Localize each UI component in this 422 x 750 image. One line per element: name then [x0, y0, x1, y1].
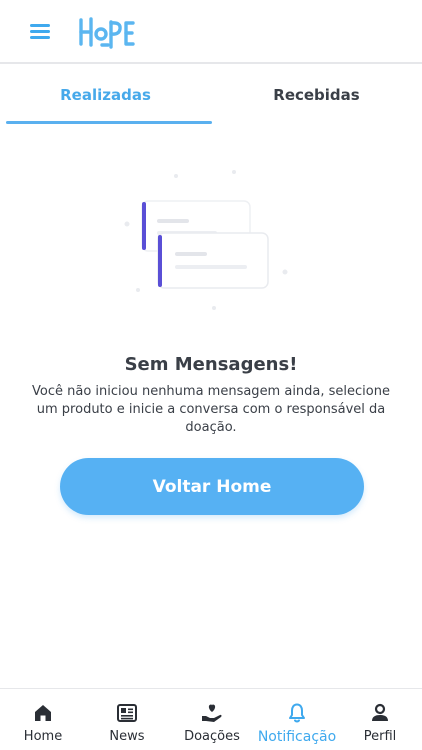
donation-hand-heart-icon: [202, 704, 222, 722]
tab-label: Realizadas: [60, 86, 151, 104]
tab-recebidas[interactable]: Recebidas: [211, 66, 422, 124]
hamburger-menu-icon[interactable]: [28, 22, 54, 42]
nav-item-doacoes[interactable]: Doações: [180, 689, 244, 750]
active-tab-indicator: [6, 121, 212, 124]
nav-label: Notificação: [257, 729, 337, 745]
news-icon: [117, 704, 137, 722]
empty-state-description: Você não iniciou nenhuma mensagem ainda,…: [32, 384, 390, 435]
nav-item-news[interactable]: News: [100, 689, 154, 750]
button-label: Voltar Home: [152, 476, 272, 497]
back-home-button[interactable]: Voltar Home: [60, 458, 364, 515]
hope-logo: [79, 17, 135, 49]
menu-line: [30, 30, 50, 33]
tab-label: Recebidas: [273, 86, 360, 104]
message-card-front: [157, 232, 269, 289]
bell-icon: [289, 703, 305, 723]
menu-line: [30, 24, 50, 27]
home-icon: [35, 705, 51, 721]
nav-item-perfil[interactable]: Perfil: [353, 689, 407, 750]
nav-label: Perfil: [363, 729, 397, 744]
nav-label: News: [109, 729, 145, 744]
nav-label: Doações: [184, 729, 240, 744]
user-icon: [372, 703, 388, 721]
bottom-navigation: Home News Doações Notificação Perfil: [0, 688, 422, 750]
nav-item-notificacao[interactable]: Notificação: [252, 689, 342, 750]
empty-messages-illustration: [124, 170, 288, 310]
nav-label: Home: [23, 729, 63, 744]
menu-line: [30, 36, 50, 39]
nav-item-home[interactable]: Home: [16, 689, 70, 750]
tab-bar: Realizadas Recebidas: [0, 66, 422, 124]
app-header: [0, 0, 422, 64]
empty-state-title: Sem Mensagens!: [124, 354, 298, 375]
tab-realizadas[interactable]: Realizadas: [0, 66, 211, 124]
